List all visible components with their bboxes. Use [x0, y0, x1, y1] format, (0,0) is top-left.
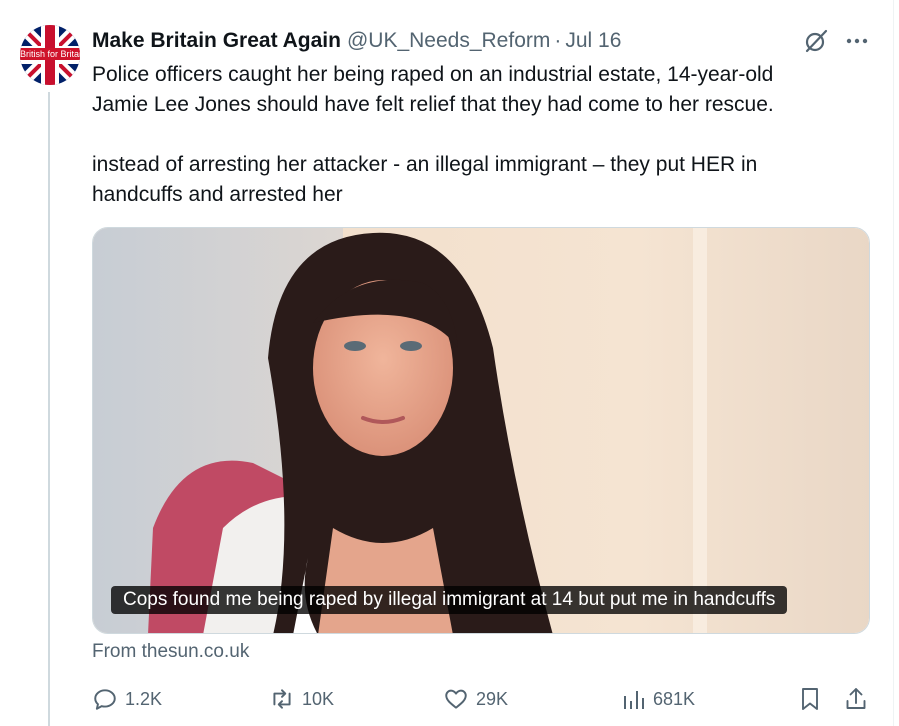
reply-button[interactable]: 1.2K [92, 683, 162, 715]
like-button[interactable]: 29K [443, 683, 508, 715]
tweet-header: Make Britain Great Again @UK_Needs_Refor… [92, 27, 621, 55]
reply-count: 1.2K [125, 688, 163, 709]
bookmark-button[interactable] [798, 683, 822, 715]
tweet-text: Police officers caught her being raped o… [92, 60, 872, 210]
tweet-actions: 1.2K 10K 29K 681K [92, 683, 872, 715]
heart-icon [443, 686, 469, 712]
reply-icon [92, 686, 118, 712]
share-button[interactable] [844, 683, 868, 715]
tweet-paragraph: Police officers caught her being raped o… [92, 63, 774, 116]
views-button[interactable]: 681K [622, 683, 695, 715]
author-display-name[interactable]: Make Britain Great Again [92, 29, 341, 53]
header-separator: · [554, 29, 562, 52]
author-handle[interactable]: @UK_Needs_Reform [347, 29, 550, 53]
repost-icon [269, 686, 295, 712]
article-photo [93, 228, 869, 633]
timeline-border [893, 0, 894, 726]
link-card-caption: Cops found me being raped by illegal imm… [111, 586, 788, 614]
thread-line [48, 92, 50, 726]
tweet-date[interactable]: Jul 16 [565, 29, 621, 53]
bookmark-icon [798, 686, 822, 712]
grok-icon[interactable] [802, 27, 830, 55]
more-icon[interactable] [843, 27, 871, 55]
repost-button[interactable]: 10K [269, 683, 334, 715]
avatar-label: British for Britain [20, 48, 80, 60]
views-count: 681K [653, 688, 696, 709]
link-source[interactable]: From thesun.co.uk [92, 641, 249, 663]
avatar[interactable]: British for Britain [20, 25, 80, 85]
link-card-image[interactable]: Cops found me being raped by illegal imm… [92, 227, 870, 634]
like-count: 29K [476, 688, 509, 709]
views-icon [622, 686, 646, 712]
repost-count: 10K [302, 688, 335, 709]
share-icon [844, 686, 868, 712]
tweet-paragraph: instead of arresting her attacker - an i… [92, 153, 758, 206]
